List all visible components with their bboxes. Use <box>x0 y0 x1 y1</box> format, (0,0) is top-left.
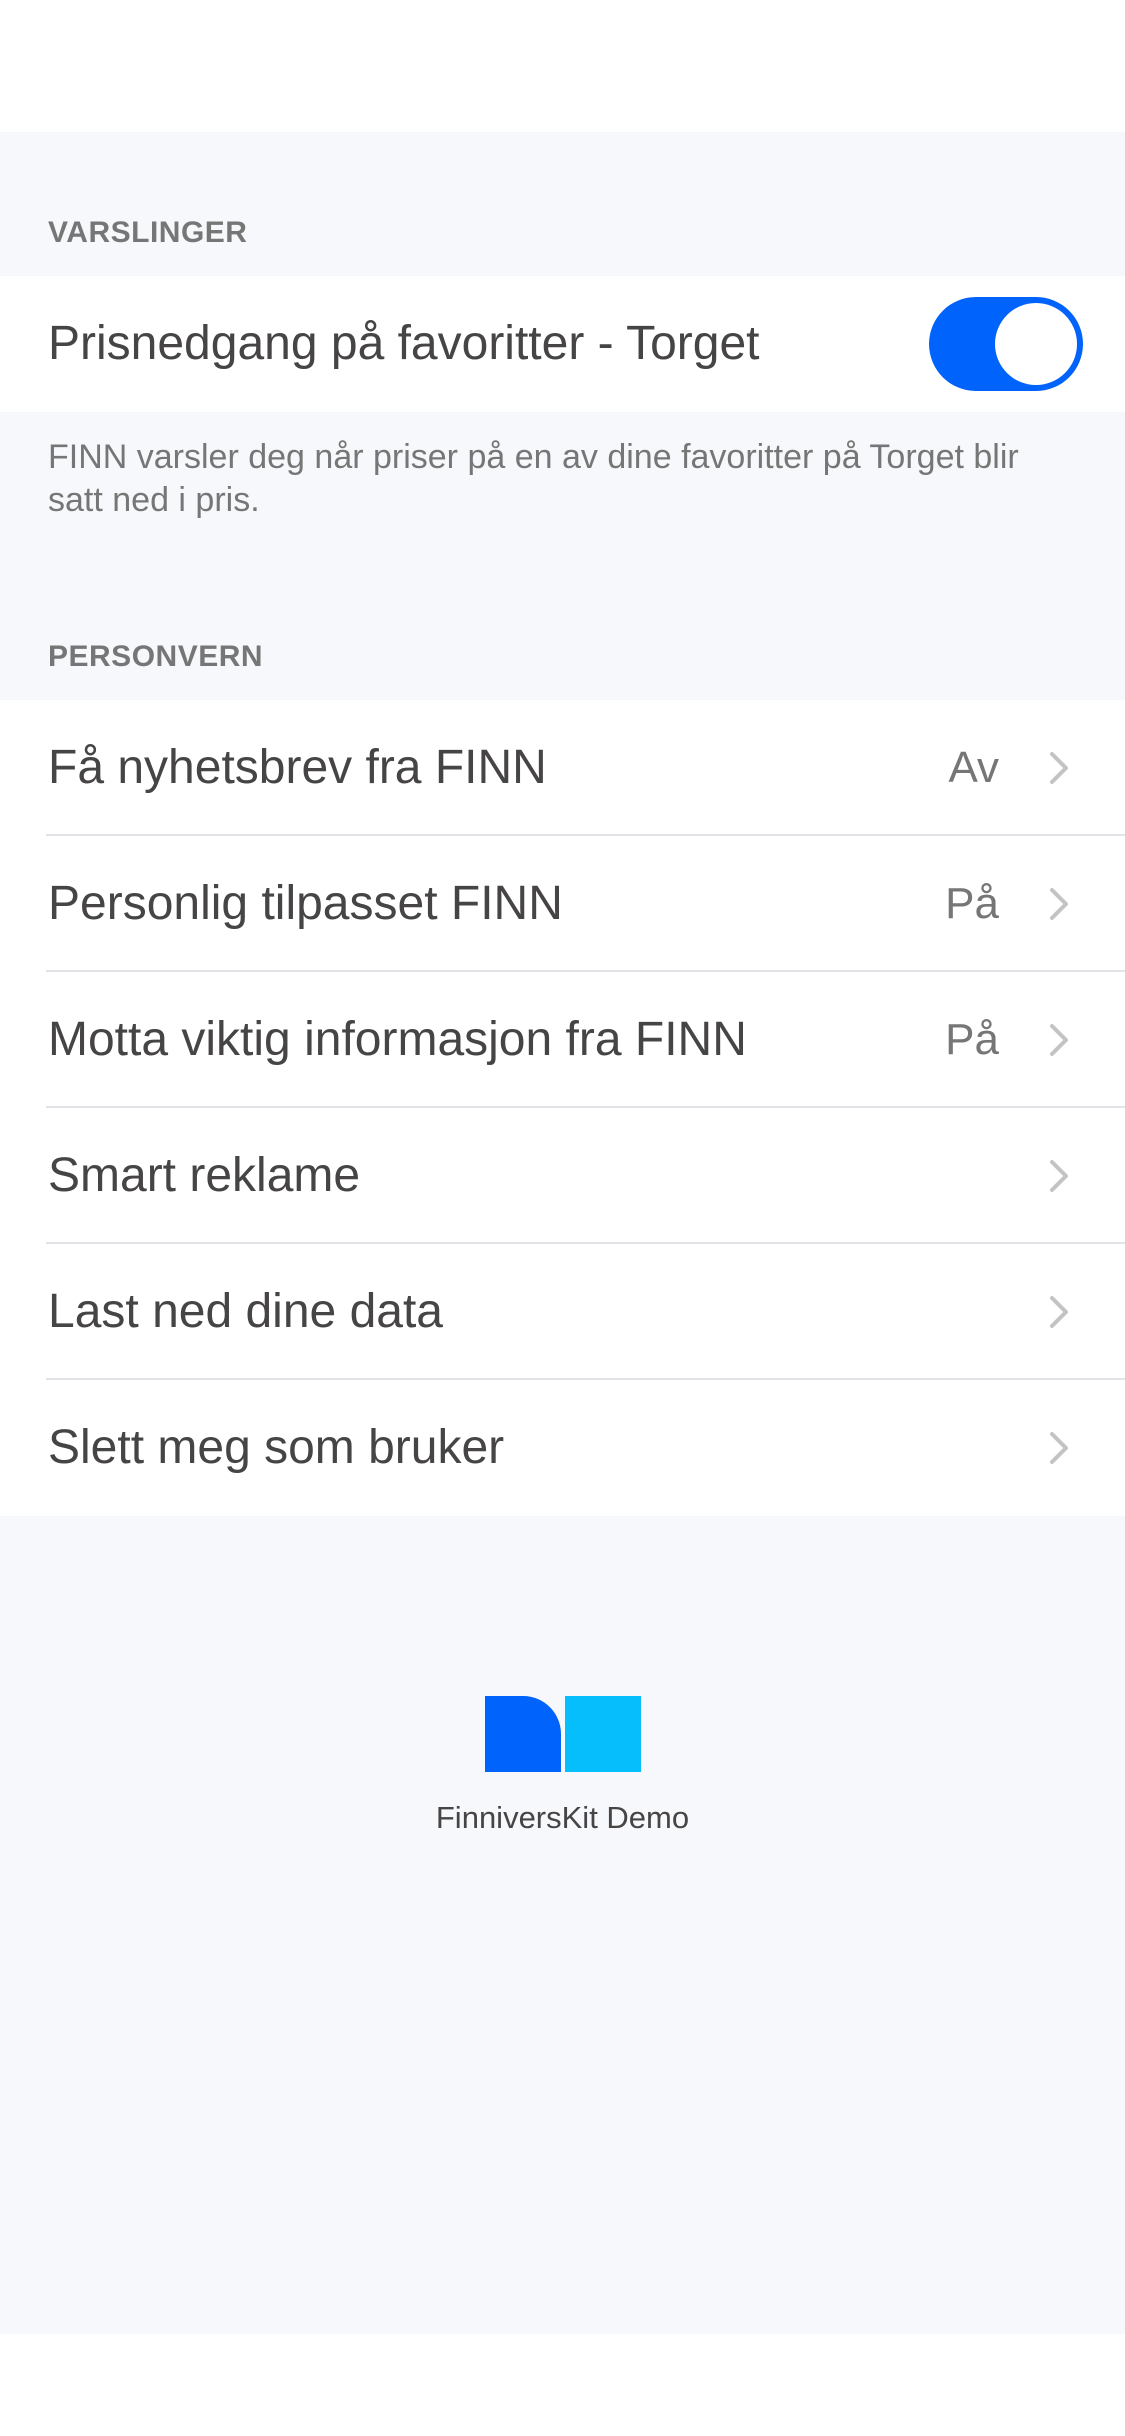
settings-row-download-data[interactable]: Last ned dine data <box>0 1244 1125 1380</box>
row-value: På <box>945 1015 999 1064</box>
section-header-notifications: VARSLINGER <box>48 216 248 249</box>
row-label: Smart reklame <box>48 1149 361 1202</box>
settings-row-smart-ads[interactable]: Smart reklame <box>0 1108 1125 1244</box>
price-drop-toggle[interactable] <box>929 297 1083 391</box>
finn-logo-icon <box>485 1696 641 1772</box>
app-name: FinniversKit Demo <box>435 1800 690 1835</box>
row-value: Av <box>948 743 999 792</box>
row-label: Last ned dine data <box>48 1285 443 1338</box>
row-label: Prisnedgang på favoritter - Torget <box>48 317 760 370</box>
navigation-bar <box>0 0 1125 132</box>
row-value: På <box>945 879 999 928</box>
section-footer-notifications: FINN varsler deg når priser på en av din… <box>48 438 1019 519</box>
settings-row-personalized[interactable]: Personlig tilpasset FINN På <box>0 836 1125 972</box>
settings-row-important-info[interactable]: Motta viktig informasjon fra FINN På <box>0 972 1125 1108</box>
row-label: Personlig tilpasset FINN <box>48 877 563 930</box>
chevron-right-icon <box>1050 1024 1068 1056</box>
section-header-privacy: PERSONVERN <box>48 640 264 673</box>
bottom-safe-area <box>0 2334 1125 2436</box>
row-label: Få nyhetsbrev fra FINN <box>48 741 547 794</box>
chevron-right-icon <box>1050 888 1068 920</box>
row-label: Slett meg som bruker <box>48 1421 505 1474</box>
chevron-right-icon <box>1050 1296 1068 1328</box>
settings-row-price-drop[interactable]: Prisnedgang på favoritter - Torget <box>0 276 1125 412</box>
chevron-right-icon <box>1050 752 1068 784</box>
chevron-right-icon <box>1050 1432 1068 1464</box>
settings-row-delete-user[interactable]: Slett meg som bruker <box>0 1380 1125 1516</box>
row-label: Motta viktig informasjon fra FINN <box>48 1013 747 1066</box>
chevron-right-icon <box>1050 1160 1068 1192</box>
settings-row-newsletter[interactable]: Få nyhetsbrev fra FINN Av <box>0 700 1125 836</box>
toggle-knob <box>995 303 1077 385</box>
